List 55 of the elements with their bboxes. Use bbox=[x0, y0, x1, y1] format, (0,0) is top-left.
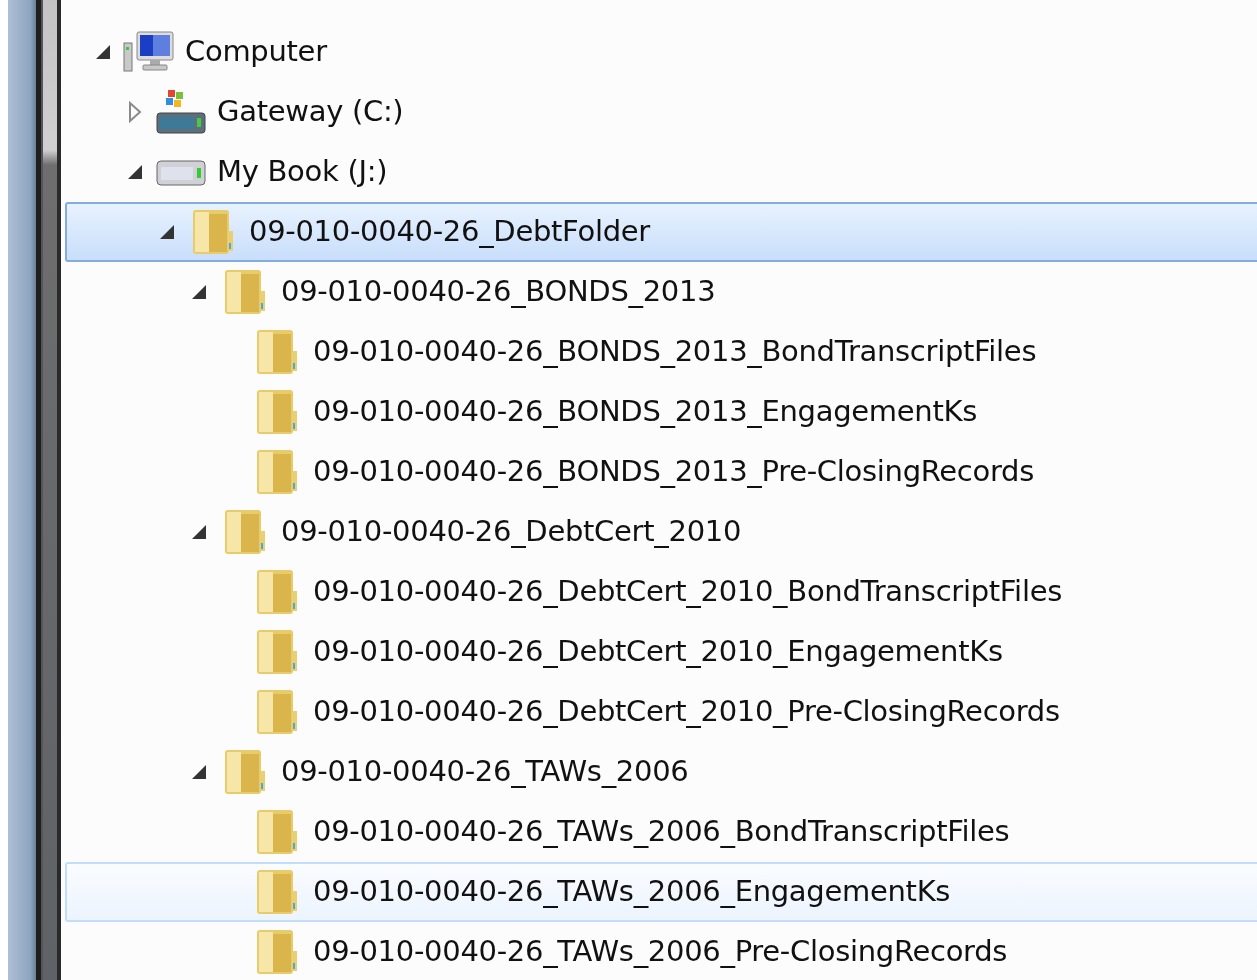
folder-icon bbox=[255, 629, 299, 675]
item-label: Gateway (C:) bbox=[217, 93, 404, 131]
tree-item[interactable]: Computer bbox=[65, 22, 1257, 82]
expanded-arrow-icon[interactable] bbox=[158, 223, 176, 241]
expanded-arrow-icon[interactable] bbox=[126, 163, 144, 181]
collapsed-arrow-icon[interactable] bbox=[128, 101, 142, 123]
item-label: 09-010-0040-26_BONDS_2013_BondTranscriptFiles bbox=[313, 333, 1037, 371]
folder-icon bbox=[255, 389, 299, 435]
folder-icon bbox=[191, 209, 235, 255]
tree-item[interactable]: My Book (J:) bbox=[65, 142, 1257, 202]
tree-item[interactable]: 09-010-0040-26_BONDS_2013_Pre-ClosingRecords bbox=[65, 442, 1257, 502]
folder-icon bbox=[255, 869, 299, 915]
tree-item[interactable]: 09-010-0040-26_DebtCert_2010_BondTranscriptFiles bbox=[65, 562, 1257, 622]
item-label: Computer bbox=[185, 33, 327, 71]
tree-item[interactable]: 09-010-0040-26_BONDS_2013_EngagementKs bbox=[65, 382, 1257, 442]
expanded-arrow-icon[interactable] bbox=[190, 283, 208, 301]
item-label: 09-010-0040-26_BONDS_2013_EngagementKs bbox=[313, 393, 977, 431]
item-label: 09-010-0040-26_BONDS_2013_Pre-ClosingRecords bbox=[313, 453, 1034, 491]
tree-item[interactable]: 09-010-0040-26_DebtCert_2010_Pre-ClosingRecords bbox=[65, 682, 1257, 742]
item-label: My Book (J:) bbox=[217, 153, 388, 191]
tree-item[interactable]: Gateway (C:) bbox=[65, 82, 1257, 142]
folder-icon bbox=[223, 269, 267, 315]
tree-item[interactable]: 09-010-0040-26_DebtCert_2010 bbox=[65, 502, 1257, 562]
tree-item[interactable]: 09-010-0040-26_BONDS_2013_BondTranscriptFiles bbox=[65, 322, 1257, 382]
item-label: 09-010-0040-26_BONDS_2013 bbox=[281, 273, 716, 311]
tree-item[interactable]: 09-010-0040-26_DebtFolder bbox=[65, 202, 1257, 262]
tree-item[interactable]: 09-010-0040-26_TAWs_2006 bbox=[65, 742, 1257, 802]
item-label: 09-010-0040-26_TAWs_2006_BondTranscriptFiles bbox=[313, 813, 1010, 851]
folder-icon bbox=[255, 689, 299, 735]
item-label: 09-010-0040-26_TAWs_2006 bbox=[281, 753, 689, 791]
item-label: 09-010-0040-26_DebtCert_2010_Pre-ClosingRecords bbox=[313, 693, 1060, 731]
tree-item[interactable]: 09-010-0040-26_TAWs_2006_EngagementKs bbox=[65, 862, 1257, 922]
folder-icon bbox=[255, 449, 299, 495]
computer-icon bbox=[123, 31, 175, 73]
tree-item[interactable]: 09-010-0040-26_TAWs_2006_Pre-ClosingRecords bbox=[65, 922, 1257, 980]
tree-item[interactable]: 09-010-0040-26_BONDS_2013 bbox=[65, 262, 1257, 322]
item-label: 09-010-0040-26_DebtCert_2010_EngagementKs bbox=[313, 633, 1003, 671]
expanded-arrow-icon[interactable] bbox=[190, 523, 208, 541]
tree-item[interactable]: 09-010-0040-26_TAWs_2006_BondTranscriptFiles bbox=[65, 802, 1257, 862]
folder-icon bbox=[223, 509, 267, 555]
item-label: 09-010-0040-26_DebtCert_2010_BondTranscriptFiles bbox=[313, 573, 1062, 611]
folder-icon bbox=[255, 809, 299, 855]
folder-icon bbox=[223, 749, 267, 795]
drive-with-flag-icon bbox=[155, 89, 207, 135]
expanded-arrow-icon[interactable] bbox=[94, 43, 112, 61]
item-label: 09-010-0040-26_DebtCert_2010 bbox=[281, 513, 742, 551]
tree-item[interactable]: 09-010-0040-26_DebtCert_2010_EngagementKs bbox=[65, 622, 1257, 682]
item-label: 09-010-0040-26_TAWs_2006_EngagementKs bbox=[313, 873, 951, 911]
folder-icon bbox=[255, 929, 299, 975]
drive-icon bbox=[155, 157, 207, 187]
item-label: 09-010-0040-26_TAWs_2006_Pre-ClosingRecords bbox=[313, 933, 1008, 971]
folder-icon bbox=[255, 329, 299, 375]
item-label: 09-010-0040-26_DebtFolder bbox=[249, 213, 650, 251]
expanded-arrow-icon[interactable] bbox=[190, 763, 208, 781]
folder-icon bbox=[255, 569, 299, 615]
